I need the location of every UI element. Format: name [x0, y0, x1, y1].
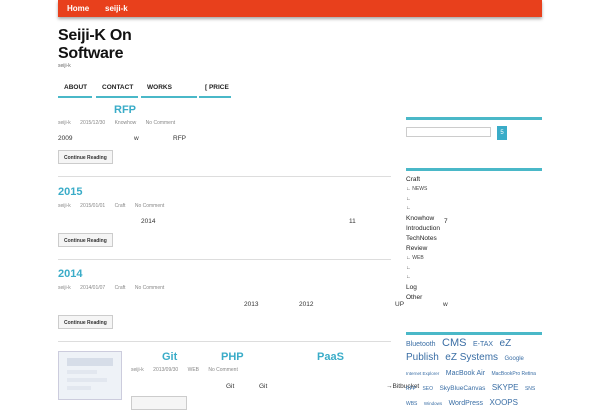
- continue-reading-button[interactable]: Continue Reading: [58, 150, 113, 164]
- post-date: 2014/01/07: [80, 285, 106, 291]
- site-title[interactable]: Seiji-K On Software: [58, 27, 198, 63]
- tag-link[interactable]: eZ Systems: [445, 352, 498, 363]
- menu-price[interactable]: [ PRICE: [199, 83, 231, 98]
- category-subitem: ∟: [406, 205, 411, 211]
- tag-link[interactable]: Internet Explorer: [406, 371, 439, 376]
- continue-reading-button[interactable]: Continue Reading: [58, 233, 113, 247]
- tag-link[interactable]: WBS: [406, 401, 417, 407]
- site-description: seiji-k: [58, 63, 71, 69]
- post-meta: seiji-k 2015/01/01 Craft No Comment: [58, 203, 172, 209]
- post-meta: seiji-k 2013/09/30 WEB No Comment: [131, 367, 246, 373]
- category-subitem[interactable]: ∟ NEWS: [406, 186, 427, 192]
- post-title-part[interactable]: PaaS: [317, 351, 344, 363]
- tag-link[interactable]: SkyBlueCanvas: [439, 385, 485, 392]
- post-category[interactable]: WEB: [188, 367, 199, 373]
- tag-link[interactable]: Bluetooth: [406, 341, 436, 348]
- top-navigation-bar: Home seiji-k: [58, 0, 542, 17]
- category-subitem: ∟: [406, 265, 411, 271]
- nav-home-link[interactable]: Home: [67, 4, 89, 13]
- continue-reading-button[interactable]: [131, 396, 187, 410]
- post-excerpt-c: RFP: [173, 135, 186, 142]
- post-excerpt-b: Git: [259, 383, 268, 390]
- nav-user-link[interactable]: seiji-k: [105, 4, 128, 13]
- tag-link[interactable]: MacBookPro Retina: [491, 371, 535, 377]
- tag-link[interactable]: SNS: [525, 386, 535, 392]
- tag-cloud: Bluetooth CMS E-TAX eZ Publish eZ System…: [406, 336, 542, 410]
- continue-reading-button[interactable]: Continue Reading: [58, 315, 113, 329]
- thumbnail-image: [67, 358, 113, 390]
- post-title-part[interactable]: Git: [162, 351, 177, 363]
- menu-works[interactable]: WORKS: [141, 83, 197, 98]
- sidebar-widget-bar: [406, 168, 542, 171]
- category-subitem[interactable]: ∟ WEB: [406, 255, 424, 261]
- post-comments[interactable]: No Comment: [208, 367, 237, 373]
- post-category[interactable]: Knowhow: [115, 120, 137, 126]
- post-meta: seiji-k 2014/01/07 Craft No Comment: [58, 285, 172, 291]
- category-item[interactable]: Review: [406, 245, 427, 252]
- post-excerpt-b: 2012: [299, 301, 314, 308]
- tag-link[interactable]: SEO: [422, 386, 433, 392]
- post-comments[interactable]: No Comment: [135, 285, 164, 291]
- tag-link[interactable]: Windows: [424, 401, 442, 406]
- post-excerpt-a: 2013: [244, 301, 259, 308]
- post-title[interactable]: RFP: [114, 104, 136, 116]
- post-date: 2015/01/01: [80, 203, 106, 209]
- tag-link[interactable]: WordPress: [449, 400, 484, 407]
- category-subitem: ∟: [406, 196, 411, 202]
- category-subitem: ∟: [406, 274, 411, 280]
- menu-about[interactable]: ABOUT: [58, 83, 92, 98]
- tag-link[interactable]: SKYPE: [492, 383, 519, 392]
- post-excerpt-c: UP: [395, 301, 405, 308]
- post-divider: [58, 259, 391, 260]
- post-excerpt-b: w: [134, 135, 139, 142]
- category-item[interactable]: Introduction: [406, 225, 440, 232]
- category-item[interactable]: Log: [406, 284, 417, 291]
- category-item[interactable]: Knowhow: [406, 215, 434, 222]
- category-item[interactable]: TechNotes: [406, 235, 437, 242]
- post-excerpt-d: w: [443, 301, 448, 308]
- sidebar-widget-bar: [406, 117, 542, 120]
- tag-link[interactable]: XOOPS: [490, 398, 518, 407]
- category-item[interactable]: Other: [406, 294, 422, 301]
- search-input[interactable]: [406, 127, 491, 137]
- post-excerpt-b: 11: [349, 218, 356, 225]
- post-author[interactable]: seiji-k: [58, 120, 71, 126]
- post-date: 2015/12/30: [80, 120, 106, 126]
- tag-link[interactable]: E-TAX: [473, 341, 493, 348]
- post-title[interactable]: 2015: [58, 186, 82, 198]
- post-divider: [58, 176, 391, 177]
- post-category[interactable]: Craft: [115, 203, 126, 209]
- sidebar-widget-bar: [406, 332, 542, 335]
- tag-link[interactable]: RFP: [406, 386, 416, 392]
- post-thumbnail[interactable]: [58, 351, 122, 400]
- post-author[interactable]: seiji-k: [58, 203, 71, 209]
- post-title-part[interactable]: PHP: [221, 351, 244, 363]
- category-item[interactable]: Craft: [406, 176, 420, 183]
- tag-link[interactable]: CMS: [442, 337, 466, 349]
- post-category[interactable]: Craft: [115, 285, 126, 291]
- post-divider: [58, 341, 391, 342]
- category-count: 7: [444, 218, 448, 225]
- post-comments[interactable]: No Comment: [135, 203, 164, 209]
- post-excerpt-a: 2014: [141, 218, 156, 225]
- post-comments[interactable]: No Comment: [146, 120, 175, 126]
- post-excerpt-a: 2009: [58, 135, 73, 142]
- post-date: 2013/09/30: [153, 367, 179, 373]
- search-button[interactable]: 5: [497, 126, 507, 140]
- post-author[interactable]: seiji-k: [58, 285, 71, 291]
- menu-contact[interactable]: CONTACT: [96, 83, 138, 98]
- post-meta: seiji-k 2015/12/30 Knowhow No Comment: [58, 120, 183, 126]
- post-excerpt-a: Git: [226, 383, 235, 390]
- post-title[interactable]: 2014: [58, 268, 82, 280]
- tag-link[interactable]: Google: [505, 356, 524, 362]
- post-author[interactable]: seiji-k: [131, 367, 144, 373]
- tag-link[interactable]: MacBook Air: [446, 370, 485, 377]
